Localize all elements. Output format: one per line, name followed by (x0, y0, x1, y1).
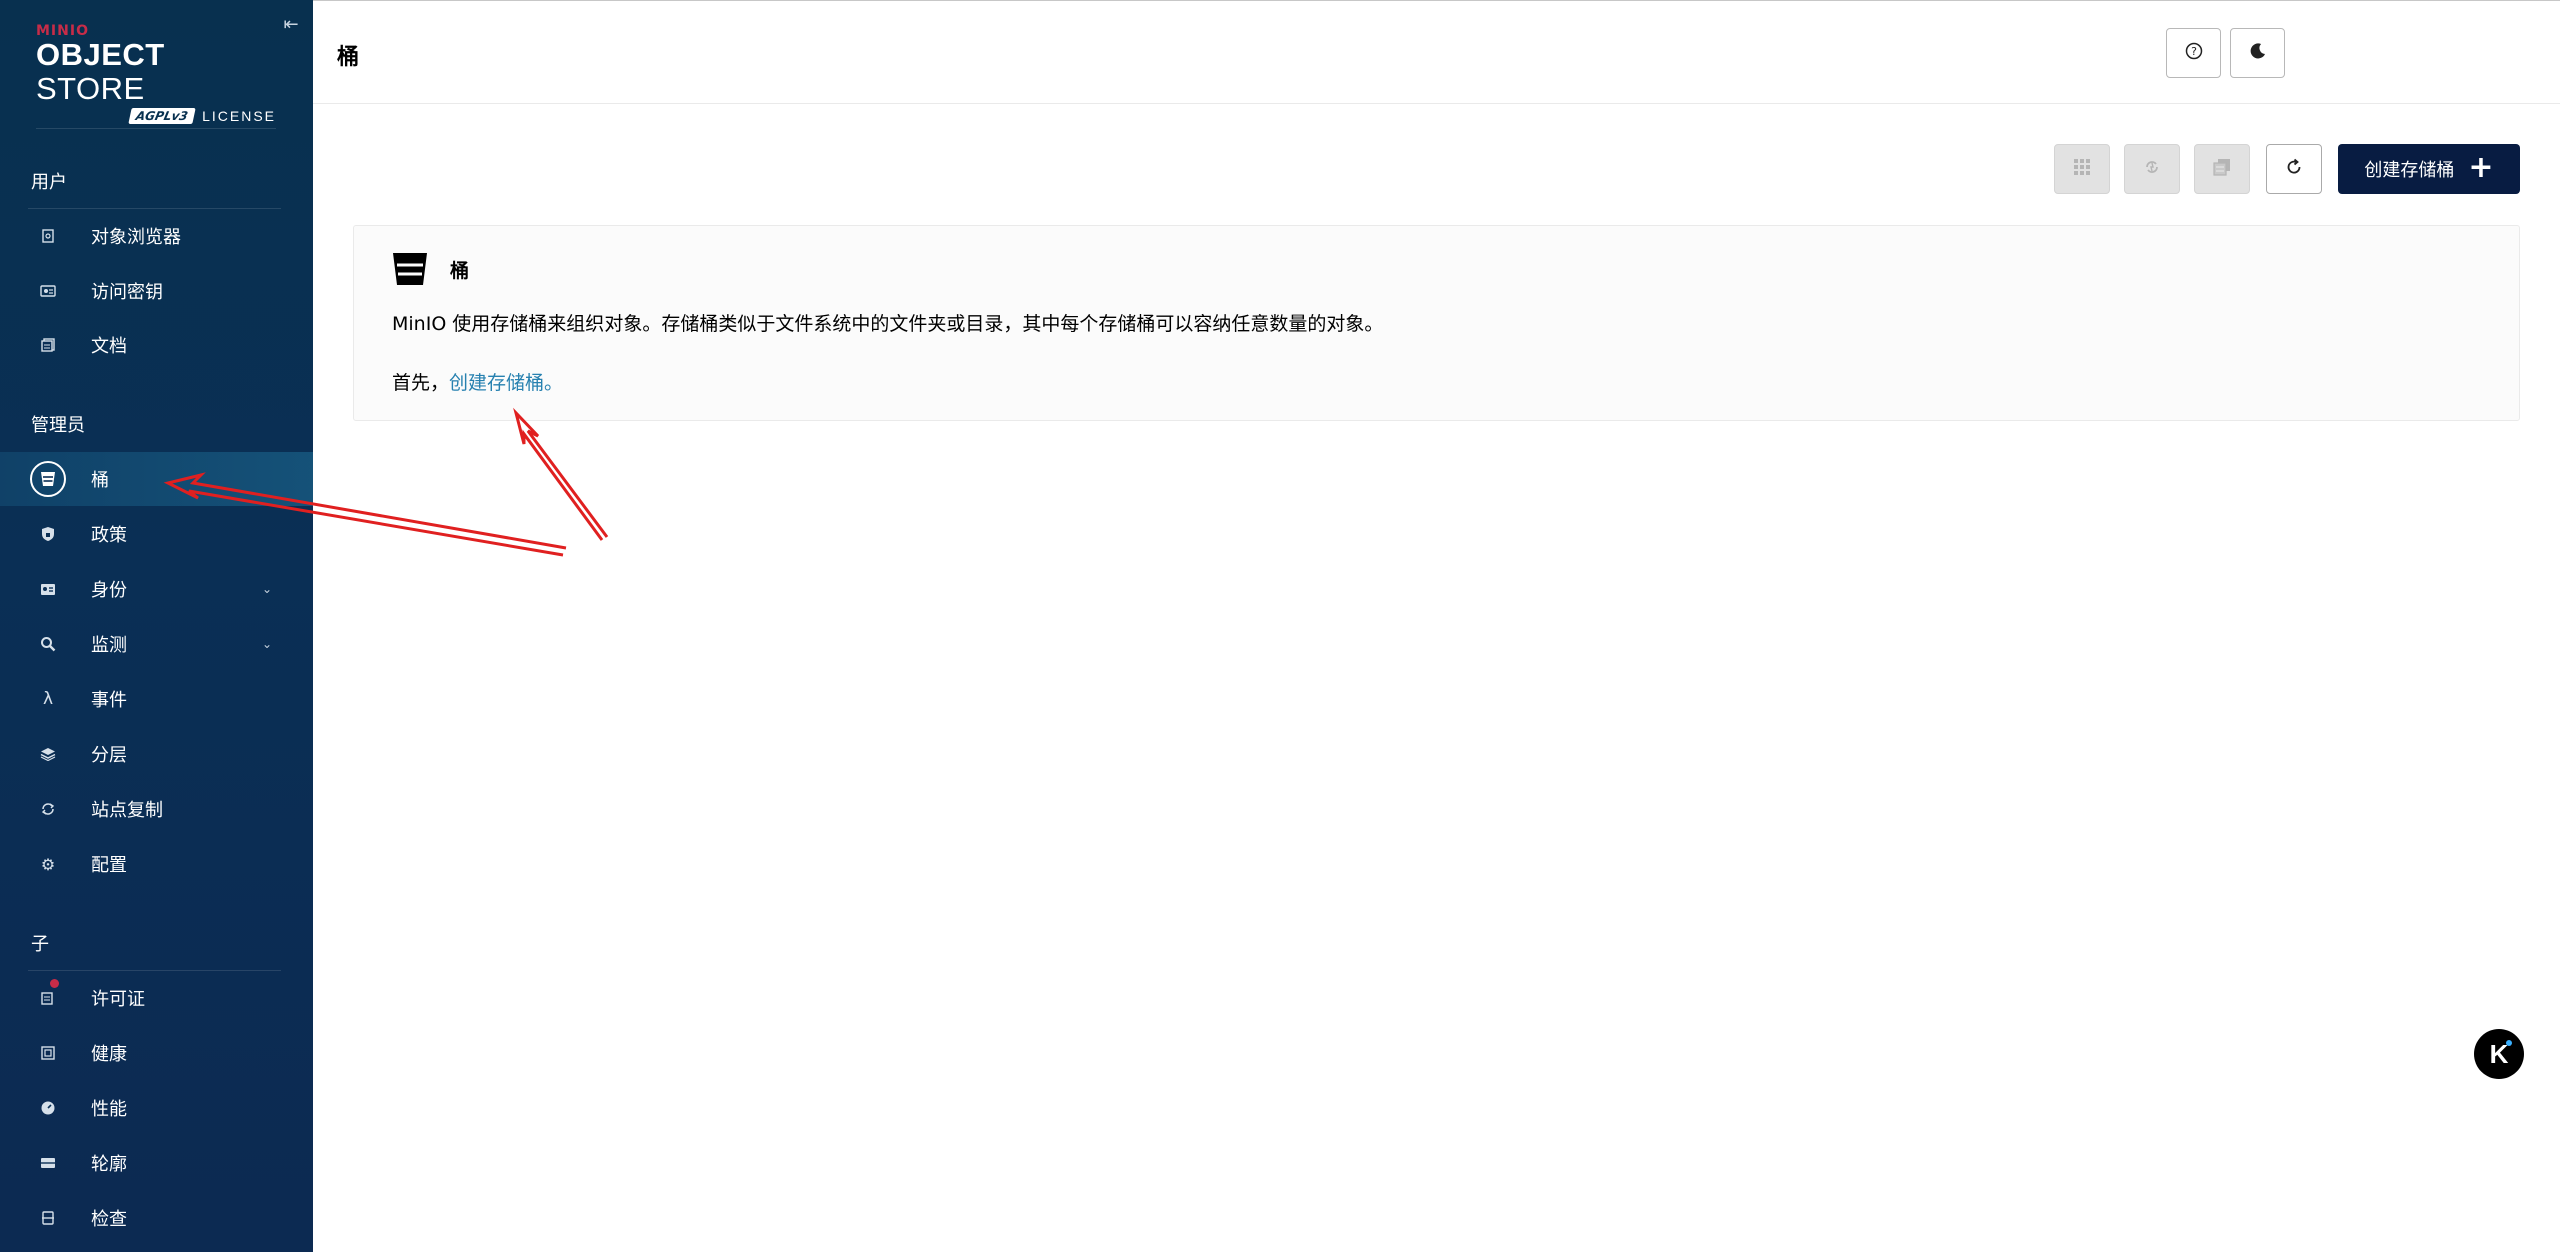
help-circle-icon: ? (2185, 42, 2203, 64)
status-dot (2506, 1040, 2512, 1046)
identity-card-icon (38, 579, 58, 599)
sidebar-item-access-keys[interactable]: 访问密钥 (0, 264, 313, 318)
site-replication-icon (38, 799, 58, 819)
page-header: 桶 ? (313, 1, 2560, 104)
sidebar-item-label: 桶 (91, 470, 109, 491)
refresh-button[interactable] (2266, 144, 2322, 194)
sidebar-item-label: 分层 (91, 745, 127, 766)
sidebar: ⇤ MINIO OBJECT STORE AGPLv3 LICENSE 用户 对… (0, 0, 313, 1252)
sidebar-item-label: 身份 (91, 580, 127, 601)
buckets-info-panel: 桶 MinIO 使用存储桶来组织对象。存储桶类似于文件系统中的文件夹或目录，其中… (353, 225, 2520, 421)
sidebar-item-label: 检查 (91, 1209, 127, 1230)
policy-shield-icon (38, 524, 58, 544)
sidebar-item-inspect[interactable]: 检查 (0, 1191, 313, 1245)
logo-brand: MINIO (36, 23, 89, 39)
sidebar-item-buckets[interactable]: 桶 (0, 452, 313, 506)
create-bucket-link[interactable]: 创建存储桶。 (449, 372, 563, 394)
sidebar-item-label: 对象浏览器 (91, 227, 181, 248)
sidebar-item-label: 许可证 (91, 989, 145, 1010)
inspect-icon (38, 1208, 58, 1228)
sidebar-item-policies[interactable]: 政策 (0, 507, 313, 561)
sidebar-item-events[interactable]: λ 事件 (0, 672, 313, 726)
sidebar-item-license[interactable]: 许可证 (0, 971, 313, 1025)
agpl-badge: AGPLv3 (128, 108, 196, 124)
dark-mode-moon-icon (2249, 42, 2267, 64)
sidebar-item-label: 配置 (91, 855, 127, 876)
license-alert-badge (50, 979, 59, 988)
license-icon (38, 988, 58, 1008)
select-multiple-button[interactable] (2054, 144, 2110, 194)
sidebar-item-tiers[interactable]: 分层 (0, 727, 313, 781)
panel-description: MinIO 使用存储桶来组织对象。存储桶类似于文件系统中的文件夹或目录，其中每个… (392, 313, 1384, 335)
monitoring-search-icon (38, 634, 58, 654)
sidebar-item-label: 轮廓 (91, 1154, 127, 1175)
sidebar-item-label: 监测 (91, 635, 127, 656)
sidebar-item-performance[interactable]: 性能 (0, 1081, 313, 1135)
profile-icon (38, 1153, 58, 1173)
chevron-down-icon[interactable]: ⌄ (262, 582, 272, 596)
logo-title: OBJECT STORE (36, 37, 165, 106)
access-keys-icon (38, 281, 58, 301)
section-title-sub: 子 (31, 934, 49, 955)
logo-divider (36, 128, 276, 129)
lifecycle-icon (2213, 158, 2231, 180)
annotation-arrow-to-create-link (513, 407, 609, 541)
sidebar-item-label: 健康 (91, 1044, 127, 1065)
chevron-down-icon[interactable]: ⌄ (262, 637, 272, 651)
sidebar-item-profile[interactable]: 轮廓 (0, 1136, 313, 1190)
section-title-user: 用户 (31, 172, 67, 193)
panel-get-started: 首先，创建存储桶。 (392, 368, 563, 395)
health-icon (38, 1043, 58, 1063)
sidebar-item-monitoring[interactable]: 监测 ⌄ (0, 617, 313, 671)
sidebar-item-site-replication[interactable]: 站点复制 (0, 782, 313, 836)
object-browser-icon (38, 226, 58, 246)
get-started-prefix: 首先， (392, 372, 450, 394)
logo-license: AGPLv3 LICENSE (36, 108, 276, 124)
settings-gear-icon: ⚙ (40, 854, 56, 874)
create-bucket-button[interactable]: 创建存储桶 + (2338, 144, 2520, 194)
sidebar-item-documentation[interactable]: 文档 (0, 318, 313, 372)
plus-icon: + (2468, 149, 2494, 185)
tiers-layers-icon (38, 744, 58, 764)
sidebar-item-object-browser[interactable]: 对象浏览器 (0, 209, 313, 263)
sidebar-item-label: 访问密钥 (91, 282, 163, 303)
panel-title: 桶 (450, 260, 470, 282)
floating-assistant-button[interactable]: K (2474, 1029, 2524, 1079)
sidebar-item-health[interactable]: 健康 (0, 1026, 313, 1080)
theme-toggle-button[interactable] (2230, 28, 2285, 78)
bucket-icon (30, 461, 66, 497)
sidebar-item-label: 事件 (91, 690, 127, 711)
sidebar-item-configuration[interactable]: ⚙ 配置 (0, 837, 313, 891)
documentation-icon (38, 335, 58, 355)
svg-text:?: ? (2191, 45, 2197, 58)
lambda-events-icon: λ (42, 689, 54, 709)
collapse-sidebar-icon[interactable]: ⇤ (282, 16, 300, 34)
replication-button[interactable] (2124, 144, 2180, 194)
replication-icon (2143, 158, 2161, 180)
sidebar-item-identity[interactable]: 身份 ⌄ (0, 562, 313, 616)
sidebar-item-label: 站点复制 (91, 800, 163, 821)
help-button[interactable]: ? (2166, 28, 2221, 78)
sidebar-item-label: 政策 (91, 525, 127, 546)
minio-logo: MINIO OBJECT STORE AGPLv3 LICENSE (36, 24, 276, 124)
create-bucket-label: 创建存储桶 (2364, 160, 2455, 181)
sidebar-item-label: 性能 (91, 1099, 127, 1120)
performance-gauge-icon (38, 1098, 58, 1118)
select-multiple-icon (2073, 158, 2091, 180)
license-text: LICENSE (202, 108, 276, 124)
sidebar-item-label: 文档 (91, 336, 127, 357)
lifecycle-button[interactable] (2194, 144, 2250, 194)
refresh-icon (2284, 157, 2304, 181)
bucket-icon (392, 252, 428, 286)
section-title-admin: 管理员 (31, 415, 85, 436)
page-title: 桶 (337, 45, 360, 70)
